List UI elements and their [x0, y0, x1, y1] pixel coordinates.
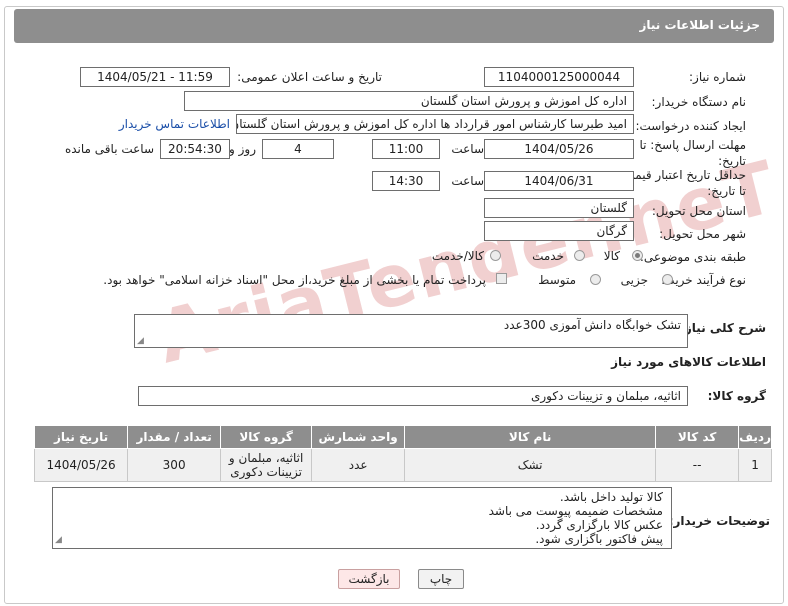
buyer-notes-textarea[interactable]: کالا تولید داخل باشد. مشخصات ضمیمه پیوست…	[52, 487, 672, 549]
description-label: شرح کلی نیاز:	[680, 321, 766, 335]
delivery-city-field: گرگان	[484, 221, 634, 241]
buyer-note-line: کالا تولید داخل باشد.	[559, 490, 663, 504]
days-label: روز و	[229, 142, 256, 156]
col-unit-header: واحد شمارش	[311, 425, 406, 449]
reply-deadline-label: مهلت ارسال پاسخ: تا تاریخ:	[639, 138, 746, 168]
goods-group-label: گروه کالا:	[707, 389, 766, 403]
reply-deadline-time-label: ساعت	[451, 142, 484, 156]
resize-grip-icon: ◢	[55, 535, 62, 545]
print-button[interactable]: چاپ	[418, 569, 464, 589]
table-row: 1 -- تشک عدد اثاثیه، مبلمان و تزیینات دک…	[33, 448, 772, 482]
price-validity-time-label: ساعت	[451, 174, 484, 188]
category-goods-radio[interactable]	[632, 250, 643, 261]
requester-field: امید طبرسا کارشناس امور قرارداد ها اداره…	[236, 114, 634, 134]
description-textarea[interactable]: تشک خوابگاه دانش آموزی 300عدد ◢	[134, 314, 688, 348]
buyer-note-line: پیش فاکتور باگزاری شود.	[535, 532, 663, 546]
cell-group: اثاثیه، مبلمان و تزیینات دکوری	[220, 448, 313, 482]
cell-name: تشک	[404, 448, 657, 482]
treasury-payment-checkbox[interactable]	[496, 273, 507, 284]
buyer-org-label: نام دستگاه خریدار:	[651, 95, 747, 109]
purchase-type-minor-radio[interactable]	[662, 274, 673, 285]
treasury-payment-label: پرداخت تمام یا بخشی از مبلغ خرید،از محل …	[103, 273, 486, 287]
title-bar: جزئیات اطلاعات نیاز	[14, 9, 774, 43]
requester-label: ایجاد کننده درخواست:	[635, 119, 746, 133]
col-code-header: کد کالا	[655, 425, 740, 449]
buyer-contact-link[interactable]: اطلاعات تماس خریدار	[119, 117, 230, 131]
delivery-city-label: شهر محل تحویل:	[659, 227, 746, 241]
remaining-time-field: 20:54:30	[160, 139, 230, 159]
category-service-label: خدمت	[532, 249, 564, 263]
col-date-header: تاریخ نیاز	[33, 425, 129, 449]
category-both-label: کالا/خدمت	[431, 249, 484, 263]
items-table: ردیف کد کالا نام کالا واحد شمارش گروه کا…	[33, 425, 772, 482]
category-goods-label: کالا	[603, 249, 620, 263]
remaining-time-label: ساعت باقی مانده	[64, 142, 154, 156]
price-validity-time: 14:30	[372, 171, 440, 191]
announce-datetime-label: تاریخ و ساعت اعلان عمومی:	[237, 70, 382, 84]
cell-date: 1404/05/26	[33, 448, 129, 482]
reply-deadline-date: 1404/05/26	[484, 139, 634, 159]
cell-unit: عدد	[311, 448, 406, 482]
description-text: تشک خوابگاه دانش آموزی 300عدد	[503, 318, 681, 332]
delivery-province-field: گلستان	[484, 198, 634, 218]
buyer-note-line: عکس کالا بارگزاری گردد.	[535, 518, 663, 532]
goods-group-field: اثاثیه، مبلمان و تزیینات دکوری	[138, 386, 688, 406]
table-header-row: ردیف کد کالا نام کالا واحد شمارش گروه کا…	[33, 425, 772, 449]
announce-datetime-field: 1404/05/21 - 11:59	[80, 67, 230, 87]
col-group-header: گروه کالا	[220, 425, 313, 449]
cell-row: 1	[738, 448, 772, 482]
delivery-province-label: استان محل تحویل:	[651, 204, 746, 218]
price-validity-label: حداقل تاریخ اعتبار قیمت: تا تاریخ:	[619, 168, 746, 198]
col-row-header: ردیف	[738, 425, 772, 449]
category-both-radio[interactable]	[490, 250, 501, 261]
goods-section-heading: اطلاعات کالاهای مورد نیاز	[611, 355, 766, 369]
back-button[interactable]: بازگشت	[338, 569, 400, 589]
purchase-type-minor-label: جزیی	[620, 273, 648, 287]
category-label: طبقه بندی موضوعی:	[639, 250, 746, 264]
resize-grip-icon: ◢	[137, 336, 144, 346]
buyer-notes-label: توضیحات خریدار:	[668, 514, 770, 528]
purchase-type-medium-label: متوسط	[538, 273, 576, 287]
category-service-radio[interactable]	[574, 250, 585, 261]
col-name-header: نام کالا	[404, 425, 657, 449]
page-title: جزئیات اطلاعات نیاز	[639, 18, 760, 32]
reply-days-field: 4	[262, 139, 334, 159]
price-validity-date: 1404/06/31	[484, 171, 634, 191]
need-number-label: شماره نیاز:	[689, 70, 746, 84]
purchase-type-medium-radio[interactable]	[590, 274, 601, 285]
buyer-note-line: مشخصات ضمیمه پیوست می باشد	[488, 504, 663, 518]
cell-qty: 300	[127, 448, 222, 482]
buyer-org-field: اداره کل اموزش و پرورش استان گلستان	[184, 91, 634, 111]
cell-code: --	[655, 448, 740, 482]
need-number-field: 1104000125000044	[484, 67, 634, 87]
col-qty-header: تعداد / مقدار	[127, 425, 222, 449]
reply-deadline-time: 11:00	[372, 139, 440, 159]
purchase-type-label: نوع فرآیند خرید :	[661, 273, 746, 287]
